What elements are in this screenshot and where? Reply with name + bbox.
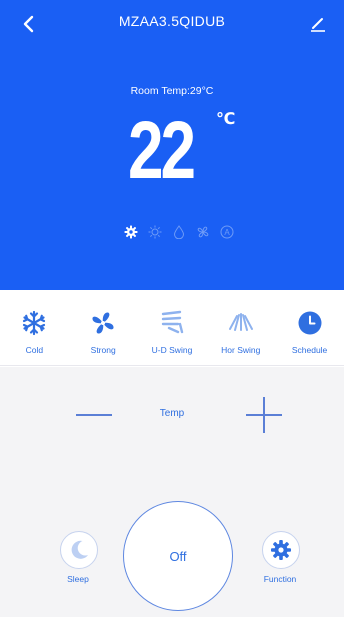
temperature-and-power-panel: Temp Sleep Off Function bbox=[0, 367, 344, 617]
cold-mode-label: Cold bbox=[25, 345, 44, 355]
function-button[interactable] bbox=[262, 531, 300, 569]
ud-swing-button[interactable]: U-D Swing bbox=[139, 309, 205, 355]
pencil-icon bbox=[311, 18, 325, 32]
sleep-label: Sleep bbox=[67, 574, 89, 584]
cold-mode-button[interactable]: Cold bbox=[1, 309, 67, 355]
vertical-swing-icon bbox=[158, 309, 186, 337]
function-label: Function bbox=[263, 574, 297, 584]
sun-icon bbox=[148, 225, 162, 239]
room-temperature: Room Temp:29°C bbox=[130, 85, 214, 97]
sleep-button[interactable] bbox=[60, 531, 98, 569]
snowflake-icon bbox=[20, 309, 48, 337]
edit-button[interactable] bbox=[306, 12, 330, 36]
fan-icon bbox=[196, 225, 210, 239]
hor-swing-button[interactable]: Hor Swing bbox=[208, 309, 274, 355]
strong-fan-button[interactable]: Strong bbox=[70, 309, 136, 355]
fan-icon bbox=[89, 309, 117, 337]
set-temperature: 22 bbox=[128, 105, 196, 196]
device-title: MZAA3.5QIDUB bbox=[118, 13, 226, 29]
mode-indicators: A bbox=[124, 224, 234, 240]
temp-label: Temp bbox=[159, 408, 185, 419]
temperature-unit: ℃ bbox=[216, 111, 236, 128]
power-label: Off bbox=[169, 548, 187, 564]
hor-swing-label: Hor Swing bbox=[221, 345, 261, 355]
gear-icon bbox=[271, 540, 291, 560]
control-toolbar: Cold Strong U-D Swing Hor Swing Schedule bbox=[0, 290, 344, 366]
horizontal-swing-icon bbox=[227, 309, 255, 337]
ud-swing-label: U-D Swing bbox=[151, 345, 193, 355]
drop-icon bbox=[172, 225, 186, 239]
schedule-label: Schedule bbox=[291, 345, 328, 355]
temp-increase-button[interactable] bbox=[246, 397, 282, 433]
device-header: MZAA3.5QIDUB Room Temp:29°C 22 ℃ A bbox=[0, 0, 344, 290]
clock-icon bbox=[296, 309, 324, 337]
moon-icon bbox=[71, 540, 88, 559]
gear-icon bbox=[124, 225, 138, 239]
svg-text:A: A bbox=[224, 228, 230, 237]
strong-fan-label: Strong bbox=[90, 345, 116, 355]
power-button[interactable]: Off bbox=[123, 501, 233, 611]
schedule-button[interactable]: Schedule bbox=[277, 309, 343, 355]
auto-icon: A bbox=[220, 225, 234, 239]
